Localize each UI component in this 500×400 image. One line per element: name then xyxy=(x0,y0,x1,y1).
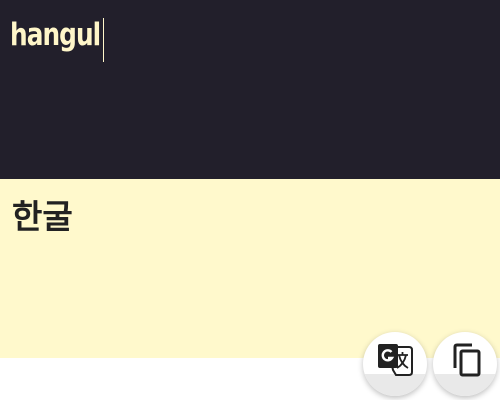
input-text[interactable]: hangul xyxy=(10,16,101,54)
input-field[interactable]: hangul xyxy=(10,16,104,62)
output-text: 한굴 xyxy=(12,197,73,236)
google-translate-icon xyxy=(378,344,413,376)
copy-icon xyxy=(453,343,481,377)
input-panel[interactable]: hangul xyxy=(0,0,500,179)
google-translate-button[interactable] xyxy=(363,332,427,396)
transliterator-app: hangul 한굴 xyxy=(0,0,500,400)
output-panel: 한굴 xyxy=(0,179,500,358)
copy-button[interactable] xyxy=(433,332,497,396)
text-caret xyxy=(102,18,104,62)
